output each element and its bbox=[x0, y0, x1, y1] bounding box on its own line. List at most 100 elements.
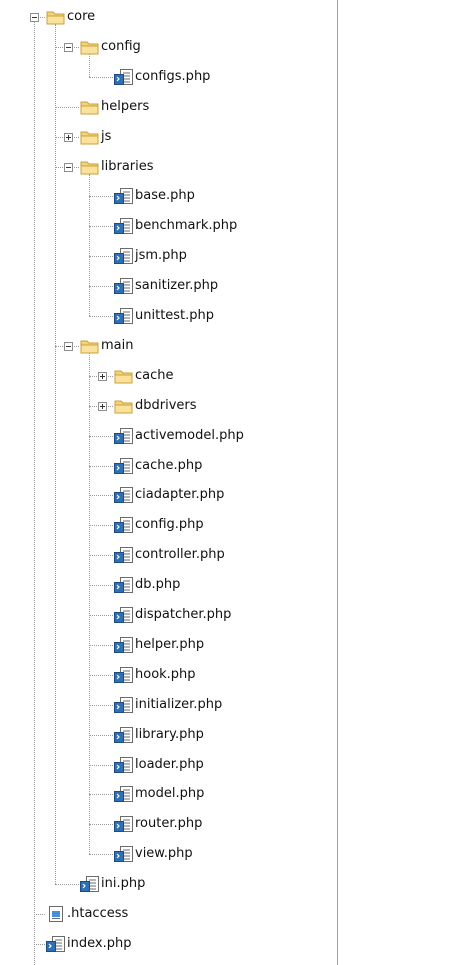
php-file-icon bbox=[114, 487, 133, 504]
tree-file-row[interactable]: configs.php bbox=[114, 67, 210, 87]
php-file-icon bbox=[114, 816, 133, 833]
tree-file-row[interactable]: ciadapter.php bbox=[114, 485, 224, 505]
tree-item-label: .htaccess bbox=[67, 906, 129, 921]
tree-connector-line bbox=[89, 435, 113, 437]
tree-file-row[interactable]: loader.php bbox=[114, 755, 204, 775]
collapse-toggle-icon[interactable] bbox=[64, 341, 73, 351]
tree-item-label: index.php bbox=[67, 935, 132, 951]
tree-connector-line bbox=[89, 764, 113, 766]
tree-file-row[interactable]: jsm.php bbox=[114, 246, 187, 266]
tree-item-label: config bbox=[101, 38, 141, 54]
tree-connector-line bbox=[89, 316, 113, 317]
tree-item-label: config.php bbox=[135, 517, 204, 533]
php-file-icon bbox=[114, 577, 133, 594]
tree-connector-line bbox=[89, 704, 113, 706]
tree-item-label: controller.php bbox=[135, 547, 225, 563]
tree-item-label: db.php bbox=[135, 577, 181, 593]
php-file-icon bbox=[114, 427, 133, 444]
php-file-icon bbox=[114, 308, 133, 324]
php-file-icon bbox=[114, 696, 133, 713]
tree-file-row[interactable]: model.php bbox=[114, 784, 204, 804]
tree-item-label: initializer.php bbox=[135, 696, 223, 712]
folder-icon bbox=[114, 368, 133, 384]
tree-folder-row[interactable]: core bbox=[46, 7, 95, 27]
tree-file-row[interactable]: cache.php bbox=[114, 456, 202, 476]
tree-file-row[interactable]: config.php bbox=[114, 515, 204, 535]
tree-file-row[interactable]: index.php bbox=[46, 934, 131, 954]
expand-toggle-icon[interactable] bbox=[64, 132, 73, 142]
tree-folder-row[interactable]: libraries bbox=[80, 157, 154, 177]
tree-file-row[interactable]: base.php bbox=[114, 186, 195, 206]
tree-item-label: hook.php bbox=[135, 666, 196, 682]
tree-item-label: dispatcher.php bbox=[135, 607, 232, 622]
tree-item-label: dbdrivers bbox=[135, 397, 197, 413]
tree-connector-line bbox=[89, 256, 113, 258]
expand-toggle-icon[interactable] bbox=[98, 401, 107, 411]
collapse-toggle-icon[interactable] bbox=[64, 162, 73, 172]
tree-file-row[interactable]: library.php bbox=[114, 725, 204, 745]
folder-icon bbox=[80, 99, 99, 115]
php-file-icon bbox=[114, 248, 133, 265]
tree-connector-line bbox=[89, 495, 113, 497]
tree-connector-line bbox=[89, 824, 113, 826]
php-file-icon bbox=[114, 726, 133, 743]
tree-item-label: libraries bbox=[101, 158, 154, 174]
tree-item-label: ciadapter.php bbox=[135, 487, 225, 503]
tree-file-row[interactable]: db.php bbox=[114, 575, 180, 595]
tree-connector-line bbox=[34, 943, 45, 945]
tree-file-row[interactable]: unittest.php bbox=[114, 306, 214, 326]
php-file-icon bbox=[114, 278, 133, 295]
tree-item-label: cache.php bbox=[135, 457, 203, 473]
php-file-icon bbox=[114, 756, 133, 773]
folder-icon bbox=[80, 39, 99, 55]
tree-connector-line bbox=[89, 196, 113, 198]
tree-file-row[interactable]: ini.php bbox=[80, 874, 145, 894]
tree-file-row[interactable]: activemodel.php bbox=[114, 426, 244, 446]
tree-file-row[interactable]: view.php bbox=[114, 844, 193, 864]
collapse-toggle-icon[interactable] bbox=[30, 13, 39, 22]
htaccess-file-icon bbox=[46, 906, 63, 922]
php-file-icon bbox=[114, 607, 133, 623]
tree-item-label: configs.php bbox=[135, 68, 211, 84]
tree-connector-line bbox=[89, 794, 113, 796]
file-tree-panel: core config configs.php helpers js libra… bbox=[0, 0, 338, 965]
php-file-icon bbox=[114, 188, 133, 205]
tree-folder-row[interactable]: helpers bbox=[80, 97, 149, 117]
tree-item-label: library.php bbox=[135, 726, 204, 742]
tree-file-row[interactable]: controller.php bbox=[114, 545, 225, 565]
tree-item-label: model.php bbox=[135, 786, 205, 802]
tree-connector-line bbox=[89, 555, 113, 557]
php-file-icon bbox=[114, 666, 133, 683]
tree-connector-line bbox=[89, 854, 113, 856]
tree-folder-row[interactable]: js bbox=[80, 127, 111, 147]
tree-file-row[interactable]: hook.php bbox=[114, 665, 196, 685]
expand-toggle-icon[interactable] bbox=[98, 371, 107, 381]
tree-item-label: core bbox=[67, 9, 96, 24]
tree-connector-line bbox=[55, 106, 79, 108]
tree-file-row[interactable]: dispatcher.php bbox=[114, 605, 231, 625]
php-file-icon bbox=[114, 517, 133, 534]
tree-file-row[interactable]: router.php bbox=[114, 814, 202, 834]
tree-file-row[interactable]: initializer.php bbox=[114, 695, 222, 715]
tree-item-label: helpers bbox=[101, 98, 150, 114]
collapse-toggle-icon[interactable] bbox=[64, 42, 73, 52]
tree-item-label: ini.php bbox=[101, 876, 146, 892]
tree-folder-row[interactable]: dbdrivers bbox=[114, 396, 197, 416]
tree-guide-line bbox=[55, 24, 56, 885]
tree-item-label: js bbox=[101, 128, 112, 144]
tree-connector-line bbox=[89, 674, 113, 676]
tree-file-row[interactable]: benchmark.php bbox=[114, 216, 237, 236]
tree-connector-line bbox=[89, 465, 113, 467]
tree-item-label: base.php bbox=[135, 188, 195, 204]
tree-file-row[interactable]: helper.php bbox=[114, 635, 204, 655]
tree-file-row[interactable]: .htaccess bbox=[46, 904, 128, 924]
tree-folder-row[interactable]: main bbox=[80, 336, 133, 356]
tree-folder-row[interactable]: cache bbox=[114, 366, 174, 386]
tree-guide-line bbox=[89, 173, 90, 316]
tree-file-row[interactable]: sanitizer.php bbox=[114, 276, 218, 296]
folder-icon bbox=[46, 9, 65, 25]
tree-item-label: loader.php bbox=[135, 756, 204, 772]
php-file-icon bbox=[114, 636, 133, 653]
tree-item-label: sanitizer.php bbox=[135, 278, 219, 294]
tree-folder-row[interactable]: config bbox=[80, 37, 141, 57]
